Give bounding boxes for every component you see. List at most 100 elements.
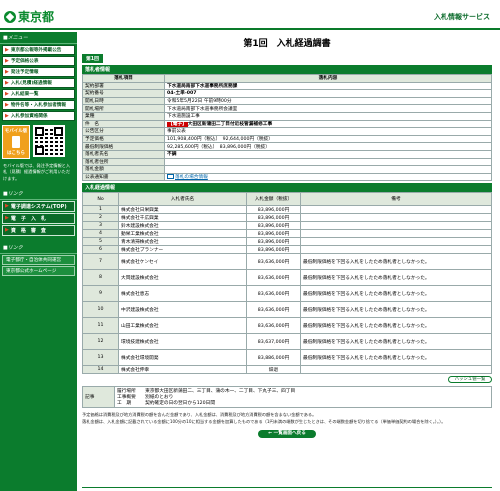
table-row: 11 山田工業株式会社 83,636,000円 最低制限価格を下回る入札をしたため落札… — [82, 317, 492, 335]
info-row: 予定価格 101,908,400円（税込） 92,644,000円（税抜） — [82, 134, 492, 144]
external-link[interactable]: 東京都公式ホームページ — [2, 265, 75, 276]
hash-list-button[interactable]: ハッシュ値一覧 — [448, 376, 492, 384]
bid-note — [300, 245, 492, 255]
sidebar-menu-heading: ■メニュー — [0, 32, 77, 44]
info-label: 開札場所 — [82, 104, 165, 113]
info-label: 業種 — [82, 111, 165, 121]
bid-note: 最低制限価格を下回る入札をしたため落札者としなかった。 — [300, 333, 492, 351]
table-row: 13 株式会社環境開発 83,886,000円 最低制限価格を下回る入札をしたため落札… — [82, 349, 492, 367]
sidebar-item[interactable]: ▶ 発注予定情報 — [2, 67, 75, 77]
sidebar-ext-heading: ■リンク — [0, 242, 77, 254]
sidebar-link-label: 電子調達システム(TOP) — [10, 203, 67, 210]
sidebar-item[interactable]: ▶ 入札結果一覧 — [2, 89, 75, 99]
sidebar-item[interactable]: ▶ 入札参加資格関係 — [2, 111, 75, 121]
mobile-label: モバイル版 — [4, 129, 28, 134]
bid-note: 最低制限価格を下回る入札をしたため落札者としなかった。 — [300, 253, 492, 271]
info-value: 令和5年5月22日 午前9時00分 — [167, 99, 232, 105]
bid-amount: 83,896,000円 — [246, 229, 301, 239]
bid-amount: 83,896,000円 — [246, 205, 301, 215]
info-label: 最低制限価格 — [82, 142, 165, 151]
sidebar-link-item[interactable]: ▶ 電 子 入 札 — [2, 212, 75, 224]
table-row: 14 株式会社伸幸 辞退 — [82, 365, 492, 375]
arrow-right-icon: ▶ — [5, 80, 9, 86]
bidder-name: 株式会社日栄興業 — [118, 205, 247, 215]
sidebar-item-label: 入札結果一覧 — [10, 92, 39, 97]
sidebar-item[interactable]: ▶ 物件名等・入札参加者情報 — [2, 100, 75, 110]
memo-content: 履行場所 東京都大田区新蒲田二、三丁目、蒲の木一、二丁目、下丸子三、四丁目 工事概… — [114, 386, 492, 409]
table-row: 12 環境技建株式会社 83,637,000円 最低制限価格を下回る入札をしたため落札… — [82, 333, 492, 351]
electronic-tag: 【電子】 — [167, 121, 188, 127]
bid-note — [300, 205, 492, 215]
info-value-cell — [164, 165, 492, 174]
row-no: 12 — [82, 333, 119, 351]
row-no: 14 — [82, 365, 119, 375]
bid-note — [300, 213, 492, 223]
info-value-cell: 下水道局南部下水道事務所会議室 — [164, 104, 492, 113]
sidebar-link-label: 資 格 審 査 — [10, 227, 46, 234]
notice-link[interactable]: 落札の場合情報 — [175, 175, 208, 180]
logo-text: 東京都 — [18, 10, 55, 24]
round-tab: 第1回 — [82, 54, 103, 63]
external-link[interactable]: 電子都庁・自治体共同運営 — [2, 254, 75, 265]
tokyo-emblem-icon — [4, 10, 16, 23]
phone-icon — [12, 136, 20, 148]
bid-amount: 83,896,000円 — [246, 237, 301, 247]
info-value-cell: 事前公表 — [164, 127, 492, 136]
info-row: 開札場所 下水道局南部下水道事務所会議室 — [82, 104, 492, 113]
mobile-sub-label: はこちら — [7, 151, 25, 156]
tokyo-logo[interactable]: 東京都 — [4, 8, 54, 25]
sidebar-item[interactable]: ▶ 予定価格公表 — [2, 56, 75, 66]
bidder-name: 大岡建設株式会社 — [118, 269, 247, 287]
table-row: 7 株式会社ケンセイ 83,636,000円 最低制限価格を下回る入札をしたため落札者… — [82, 253, 492, 271]
info-value-cell: 落札の場合情報 — [164, 172, 492, 182]
table-header-row: No 入札者氏名 入札金額（税抜） 備考 — [82, 192, 492, 207]
row-no: 5 — [82, 237, 119, 247]
info-row: 落札者住所 — [82, 157, 492, 167]
info-value: 大田区新蒲田二丁目付近枝管漏補修工事 — [187, 121, 273, 127]
info-row: 公告区分 事前公表 — [82, 127, 492, 136]
row-no: 3 — [82, 221, 119, 231]
row-no: 1 — [82, 205, 119, 215]
arrow-right-icon: ▶ — [5, 215, 9, 222]
info-row: 公表通知書 落札の場合情報 — [82, 172, 492, 182]
bid-note — [300, 237, 492, 247]
sidebar-item[interactable]: ▶ 東京都公報等外掲載公告 — [2, 45, 75, 55]
bidder-name: 株式会社プランナー — [118, 245, 247, 255]
bid-amount: 83,636,000円 — [246, 269, 301, 287]
bidder-name: 株式会社環境開発 — [118, 349, 247, 367]
bidder-name: 株式会社千広興業 — [118, 213, 247, 223]
sidebar-link-item[interactable]: ▶ 資 格 審 査 — [2, 224, 75, 236]
bid-amount: 83,636,000円 — [246, 285, 301, 303]
bidder-name: 青木清掃株式会社 — [118, 237, 247, 247]
bid-amount: 83,896,000円 — [246, 213, 301, 223]
winner-info-table: 落札項目 落札内容 契約部署 下水道局南部下水道事務所庶務課 契約番号 04-土単-0… — [82, 74, 492, 182]
sidebar-link-item[interactable]: ▶ 電子調達システム(TOP) — [2, 200, 75, 212]
row-no: 13 — [82, 349, 119, 367]
info-value: 下水道施設工事 — [167, 114, 200, 120]
info-value-cell: 下水道局南部下水道事務所庶務課 — [164, 81, 492, 91]
col-no-header: No — [82, 192, 119, 207]
info-label: 開札日時 — [82, 96, 165, 106]
bidder-name: 株式会社恵志 — [118, 285, 247, 303]
bid-result-table: No 入札者氏名 入札金額（税抜） 備考 1 株式会社日栄興業 83,896,000… — [82, 192, 492, 375]
info-label: 公表通知書 — [82, 172, 165, 182]
memo-label: 記事 — [82, 386, 115, 409]
mobile-version-button[interactable]: モバイル版 はこちら — [2, 125, 30, 159]
info-label: 公告区分 — [82, 127, 165, 136]
col-note-header: 備考 — [300, 192, 492, 207]
bidder-name: 株式会社伸幸 — [118, 365, 247, 375]
info-row: 件 名【電子】大田区新蒲田二丁目付近枝管漏補修工事 — [82, 119, 492, 129]
col-item-header: 落札項目 — [82, 74, 165, 83]
row-no: 7 — [82, 253, 119, 271]
bidder-name: 株式会社ケンセイ — [118, 253, 247, 271]
mobile-section: モバイル版 はこちら — [2, 125, 75, 159]
arrow-right-icon: ▶ — [5, 227, 9, 234]
bid-amount: 83,896,000円 — [246, 245, 301, 255]
bidder-name: 環境技建株式会社 — [118, 333, 247, 351]
memo-line: 工 期 契約確定の日の翌日から120日間 — [117, 401, 216, 407]
note-line: 落札金額は、入札金額に記載されている金額に100分の10に相当する金額を加算した… — [82, 419, 446, 425]
sidebar-item[interactable]: ▶ 入札(見積)経過情報 — [2, 78, 75, 88]
back-to-list-button[interactable]: ← 一覧画面へ戻る — [258, 429, 316, 438]
sidebar-item-label: 発注予定情報 — [10, 70, 39, 75]
info-value-cell: 下水道施設工事 — [164, 111, 492, 121]
